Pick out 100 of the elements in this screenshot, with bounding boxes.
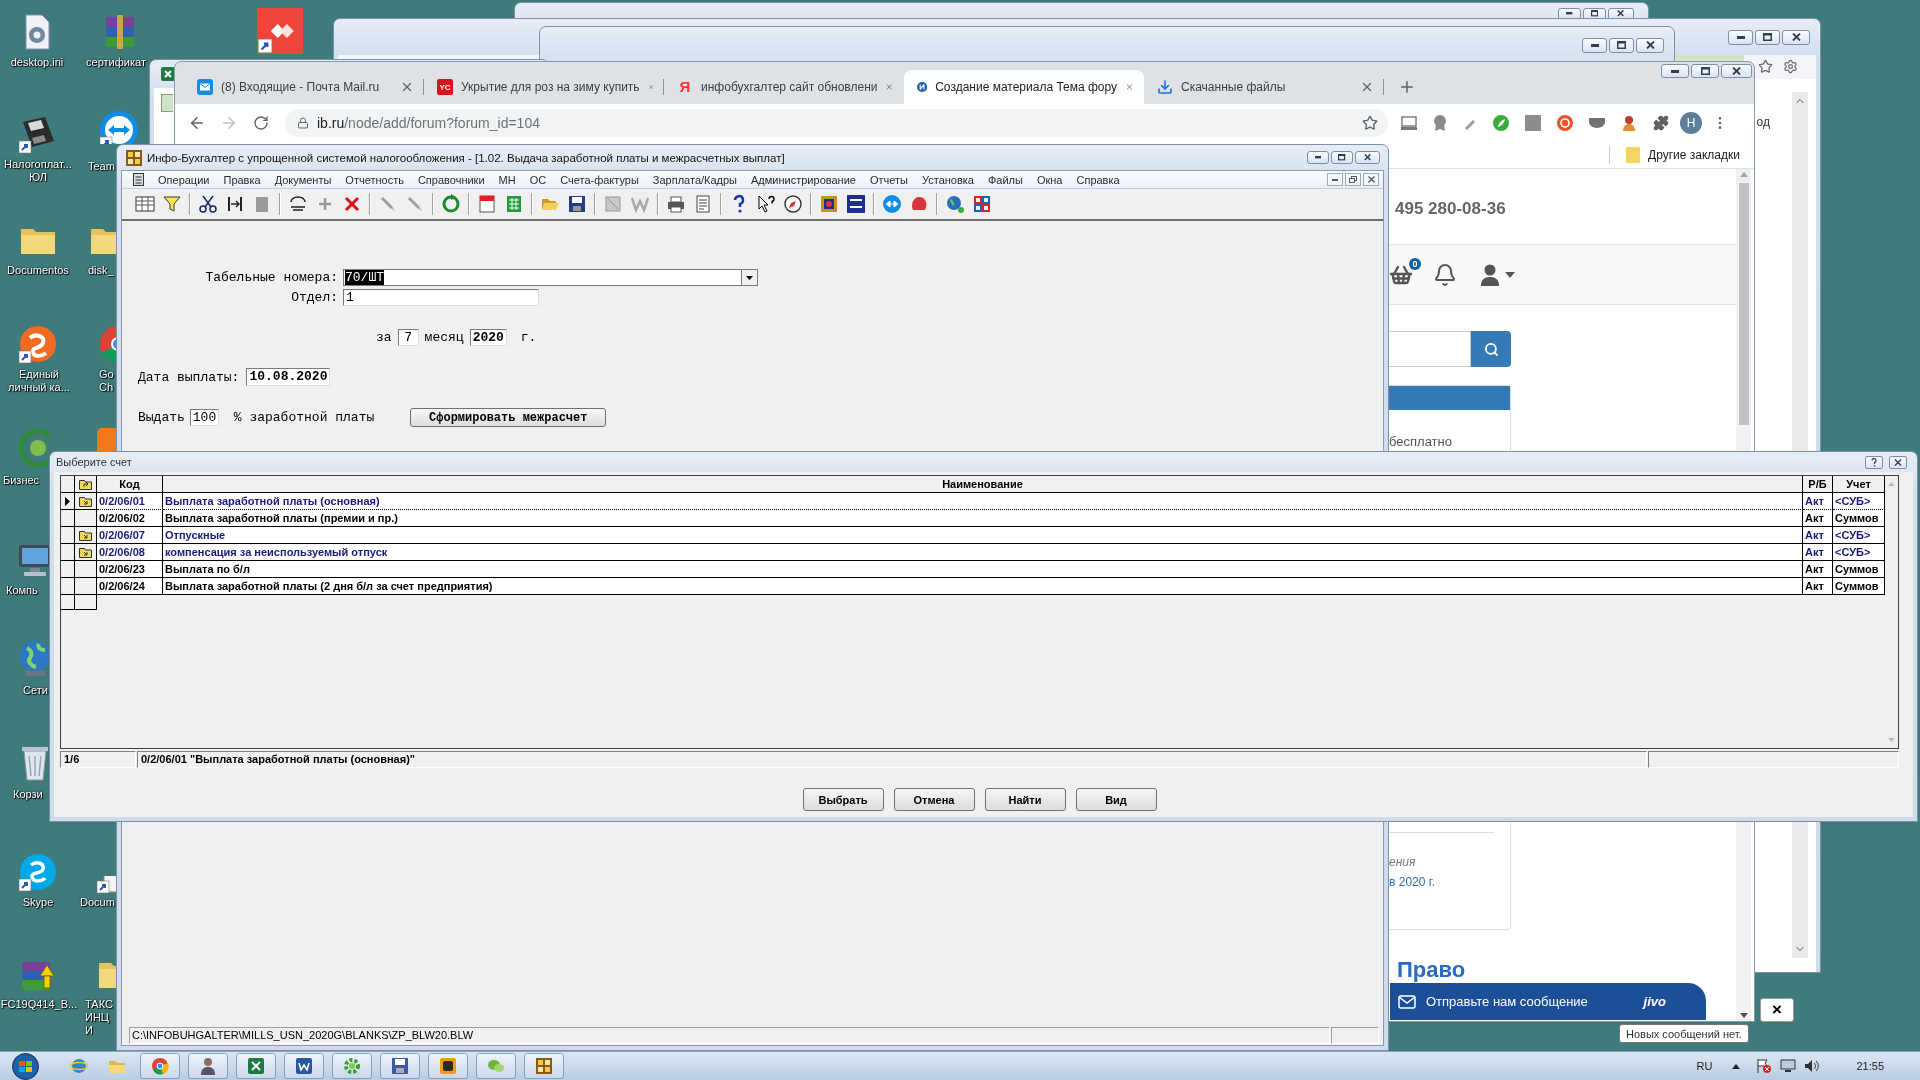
close-icon[interactable] — [1360, 80, 1374, 94]
menu-item[interactable]: Администрирование — [751, 173, 856, 186]
swirl-logo-icon[interactable] — [18, 324, 58, 364]
scrollbar-thumb[interactable] — [1738, 183, 1749, 425]
menu-item[interactable]: Установка — [921, 173, 974, 186]
dialog-button[interactable]: Вид — [1075, 788, 1157, 811]
crossed-square-icon[interactable] — [603, 194, 623, 214]
input-field[interactable]: 2020 — [469, 329, 507, 346]
arc-lines-icon[interactable] — [288, 194, 308, 214]
search-button[interactable] — [1471, 331, 1511, 367]
maximize-button[interactable] — [1691, 64, 1719, 78]
input-field[interactable]: 7 — [397, 329, 419, 346]
restore-button[interactable] — [1345, 173, 1361, 186]
menu-item[interactable]: Отчеты — [869, 173, 908, 186]
input-field[interactable]: 100 — [189, 409, 219, 426]
language-indicator[interactable]: RU — [1696, 1060, 1713, 1072]
taskbar-button[interactable] — [188, 1053, 228, 1079]
dialog-button[interactable]: Найти — [984, 788, 1066, 811]
menu-item[interactable]: Окна — [1036, 173, 1063, 186]
maximize-button[interactable] — [1755, 29, 1780, 45]
chat-button[interactable]: Отправьте нам сообщение jivo — [1390, 983, 1706, 1020]
help-button[interactable] — [1865, 455, 1883, 469]
browser-tab[interactable]: Создание материала Тема фору — [904, 70, 1144, 104]
close-button[interactable] — [1782, 29, 1810, 45]
table-icon[interactable] — [135, 194, 155, 214]
profile-avatar[interactable]: H — [1680, 111, 1702, 134]
square-icon[interactable] — [1525, 114, 1541, 131]
column-header[interactable]: Учет — [1833, 476, 1885, 493]
rounded-tile-icon[interactable] — [95, 426, 116, 451]
arrow-between-bars-icon[interactable] — [225, 194, 245, 214]
browser-tab[interactable]: (8) Входящие - Почта Mail.ru — [184, 70, 424, 104]
dialog-button[interactable]: Отмена — [893, 788, 975, 811]
row-header-cell[interactable] — [61, 527, 75, 544]
taskbar-button[interactable] — [284, 1053, 324, 1079]
user-icon[interactable] — [1481, 263, 1517, 286]
page-icon[interactable] — [693, 194, 713, 214]
compass-icon[interactable] — [783, 194, 803, 214]
close-button[interactable]: × — [1760, 998, 1794, 1022]
monitor-icon[interactable] — [1780, 1059, 1797, 1073]
browser-tab[interactable]: YC Укрытие для роз на зиму купить — [424, 70, 664, 104]
link-text[interactable]: в 2020 г. — [1389, 875, 1435, 889]
menu-item[interactable]: Справочники — [417, 173, 485, 186]
puzzle-icon[interactable] — [1653, 114, 1669, 131]
generate-button[interactable]: Сформировать межрасчет — [410, 408, 607, 427]
bell-icon[interactable] — [1433, 262, 1457, 287]
column-header[interactable]: Код — [97, 476, 163, 493]
column-header[interactable]: Наименование — [163, 476, 1803, 493]
menu-item[interactable]: Операции — [158, 173, 210, 186]
taskbar-button[interactable] — [380, 1053, 420, 1079]
flag-icon[interactable] — [1756, 1058, 1773, 1074]
minimize-button[interactable] — [1582, 37, 1607, 53]
row-header-cell[interactable] — [61, 493, 75, 510]
close-button[interactable] — [1721, 64, 1752, 78]
close-button[interactable] — [1363, 173, 1379, 186]
row-header-cell[interactable] — [61, 578, 75, 595]
menu-item[interactable]: Правка — [223, 173, 261, 186]
close-button[interactable] — [1889, 455, 1907, 469]
speaker-icon[interactable] — [1804, 1059, 1821, 1073]
squares-icon[interactable] — [972, 194, 992, 214]
row-header-cell[interactable] — [61, 544, 75, 561]
ring-icon[interactable] — [1557, 114, 1573, 131]
menu-item[interactable]: Справка — [1076, 173, 1120, 186]
app-tile-icon[interactable] — [257, 8, 303, 54]
save-icon[interactable] — [567, 194, 587, 214]
leaf-icon[interactable] — [1493, 114, 1509, 131]
row-header-cell[interactable] — [61, 561, 75, 578]
printer-icon[interactable] — [666, 194, 686, 214]
browser-tab[interactable]: Скачанные файлы — [1144, 70, 1384, 104]
browser-tab[interactable]: Я инфобухгалтер сайт обновлени — [664, 70, 904, 104]
menu-item[interactable]: ОС — [529, 173, 547, 186]
maximize-button[interactable] — [1331, 151, 1353, 164]
calculator-icon[interactable] — [504, 194, 524, 214]
minimize-button[interactable] — [1558, 7, 1581, 20]
input-field[interactable]: 1 — [343, 289, 539, 306]
menu-item[interactable]: Счета-фактуры — [560, 173, 639, 186]
show-hidden-icon[interactable] — [1732, 1063, 1741, 1069]
bookmark-folder[interactable]: Другие закладки — [1626, 146, 1740, 163]
ribbon-icon[interactable] — [1433, 114, 1447, 131]
minimize-button[interactable] — [1327, 173, 1343, 186]
menu-item[interactable]: МН — [498, 173, 516, 186]
column-header[interactable]: Р/Б — [1803, 476, 1833, 493]
laptop-icon[interactable] — [1401, 115, 1417, 130]
close-button[interactable] — [1608, 7, 1634, 20]
close-button[interactable] — [1355, 151, 1380, 164]
striped-tile-icon[interactable] — [846, 194, 866, 214]
scissors-icon[interactable] — [198, 194, 218, 214]
search-field[interactable] — [1389, 331, 1471, 367]
maximize-button[interactable] — [1609, 37, 1634, 53]
scroll-down-icon[interactable] — [1739, 1013, 1748, 1018]
menu-item[interactable]: Документы — [274, 173, 332, 186]
refresh-icon[interactable] — [441, 194, 461, 214]
globe-icon[interactable] — [945, 194, 965, 214]
cursor-icon[interactable] — [756, 194, 776, 214]
delete-icon[interactable] — [342, 194, 362, 214]
menu-item[interactable]: Зарплата/Кадры — [652, 173, 738, 186]
framed-square-icon[interactable] — [819, 194, 839, 214]
swirl-circle-icon[interactable] — [18, 852, 58, 892]
dropdown-button[interactable] — [741, 269, 758, 286]
funnel-icon[interactable] — [162, 194, 182, 214]
close-button[interactable] — [1636, 37, 1664, 53]
